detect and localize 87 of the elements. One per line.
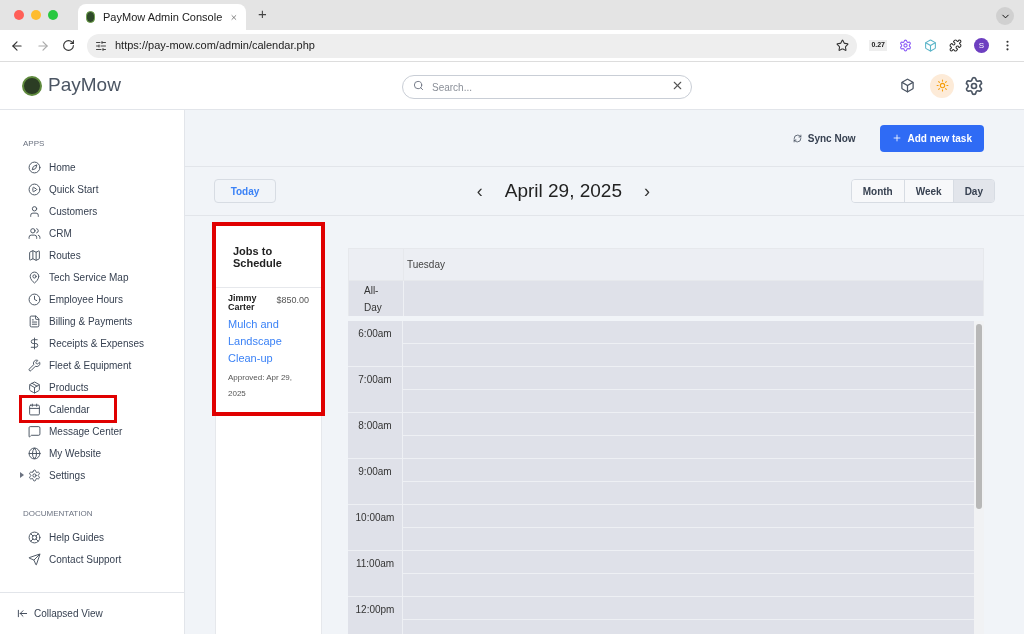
all-day-label: All-Day: [364, 283, 383, 315]
view-tab[interactable]: Month: [851, 180, 904, 202]
time-label: 6:00am: [358, 327, 392, 341]
sidebar-item[interactable]: Home: [22, 156, 100, 178]
time-label: 7:00am: [358, 373, 392, 387]
cube-icon[interactable]: [900, 78, 915, 93]
reload-icon[interactable]: [62, 39, 75, 52]
tab-menu-button[interactable]: [996, 7, 1014, 25]
sidebar-item[interactable]: Customers: [22, 200, 122, 222]
logo-icon: [22, 75, 42, 96]
clock-icon: [28, 292, 41, 306]
sidebar-item[interactable]: Calendar: [22, 398, 114, 420]
extensions-icon[interactable]: [949, 39, 962, 52]
time-label: 8:00am: [358, 419, 392, 433]
cube-extension-icon[interactable]: [924, 39, 937, 52]
expand-caret-icon[interactable]: [20, 472, 24, 478]
settings-icon: [28, 468, 41, 482]
back-icon[interactable]: [10, 38, 24, 53]
settings-icon[interactable]: [964, 75, 984, 96]
sidebar-item[interactable]: Message Center: [22, 420, 147, 442]
sidebar-item[interactable]: My Website: [22, 442, 126, 464]
sidebar-item[interactable]: Settings: [22, 464, 110, 486]
sidebar-item[interactable]: Routes: [22, 244, 105, 266]
browser-tab[interactable]: PayMow Admin Console: [78, 4, 246, 30]
section-heading: DOCUMENTATION: [22, 508, 94, 520]
time-label: 10:00am: [355, 511, 395, 525]
dollar-icon: [28, 336, 41, 350]
view-tab[interactable]: Week: [903, 180, 953, 202]
customer-name: Jimmy Carter: [228, 294, 258, 312]
document-icon: [28, 314, 41, 328]
map-icon: [28, 248, 41, 262]
plus-icon: [891, 133, 902, 143]
address-bar[interactable]: https://pay-mow.com/admin/calendar.php: [87, 33, 858, 58]
gear-extension-icon[interactable]: [899, 39, 912, 52]
users-icon: [28, 226, 41, 240]
sun-icon: [935, 79, 949, 92]
time-label: 9:00am: [358, 465, 392, 479]
site-settings-icon[interactable]: [95, 39, 107, 52]
new-tab-button[interactable]: +: [254, 2, 271, 25]
sidebar-item[interactable]: Products: [22, 376, 113, 398]
previous-button[interactable]: ‹: [476, 177, 483, 205]
panel-title: Jobs to Schedule: [233, 244, 283, 269]
send-icon: [28, 552, 41, 566]
time-label: 12:00pm: [355, 603, 395, 617]
sidebar-item[interactable]: Contact Support: [22, 548, 146, 570]
approved-date: Approved: Apr 29, 2025: [228, 372, 294, 400]
job-link[interactable]: Mulch and Landscape Clean-up: [228, 316, 309, 367]
theme-toggle-button[interactable]: [930, 73, 954, 98]
play-icon: [28, 182, 41, 196]
favicon-icon: [86, 11, 96, 23]
globe-icon: [28, 446, 41, 460]
message-icon: [28, 424, 41, 438]
collapse-arrow-icon: [17, 608, 28, 619]
scrollbar-thumb[interactable]: [976, 324, 982, 509]
package-icon: [28, 380, 41, 394]
time-label: 11:00am: [355, 557, 395, 571]
sidebar-item[interactable]: Quick Start: [22, 178, 123, 200]
view-tab[interactable]: Day: [952, 180, 994, 202]
sync-button[interactable]: Sync Now: [784, 130, 864, 146]
sync-icon: [792, 133, 802, 143]
search-field[interactable]: Search...: [402, 75, 692, 99]
user-icon: [28, 204, 41, 218]
forward-icon[interactable]: [36, 38, 50, 53]
add-task-button[interactable]: Add new task: [879, 124, 984, 152]
section-heading: APPS: [22, 138, 46, 150]
sidebar-item[interactable]: Billing & Payments: [22, 310, 157, 332]
profile-avatar[interactable]: S: [974, 38, 989, 53]
lifebuoy-icon: [28, 530, 41, 544]
day-column-header: Tuesday: [407, 258, 445, 272]
date-title: April 29, 2025: [504, 178, 622, 203]
wrench-icon: [28, 358, 41, 372]
sidebar-item[interactable]: CRM: [22, 222, 96, 244]
sidebar-item[interactable]: Employee Hours: [22, 288, 147, 310]
collapse-sidebar-button[interactable]: Collapsed View: [17, 606, 103, 621]
sidebar-item[interactable]: Tech Service Map: [22, 266, 153, 288]
close-window-control[interactable]: [14, 10, 24, 20]
map-pin-icon: [28, 270, 41, 284]
calendar-icon: [28, 402, 41, 416]
sidebar-item[interactable]: Receipts & Expenses: [22, 332, 169, 354]
job-amount: $850.00: [276, 294, 309, 307]
search-icon: [413, 79, 424, 91]
compass-icon: [28, 160, 41, 174]
sidebar-item[interactable]: Help Guides: [22, 526, 129, 548]
brand-name: PayMow: [48, 73, 121, 98]
bookmark-star-icon[interactable]: [836, 39, 850, 52]
sidebar-item[interactable]: Fleet & Equipment: [22, 354, 156, 376]
next-button[interactable]: ›: [643, 177, 650, 205]
